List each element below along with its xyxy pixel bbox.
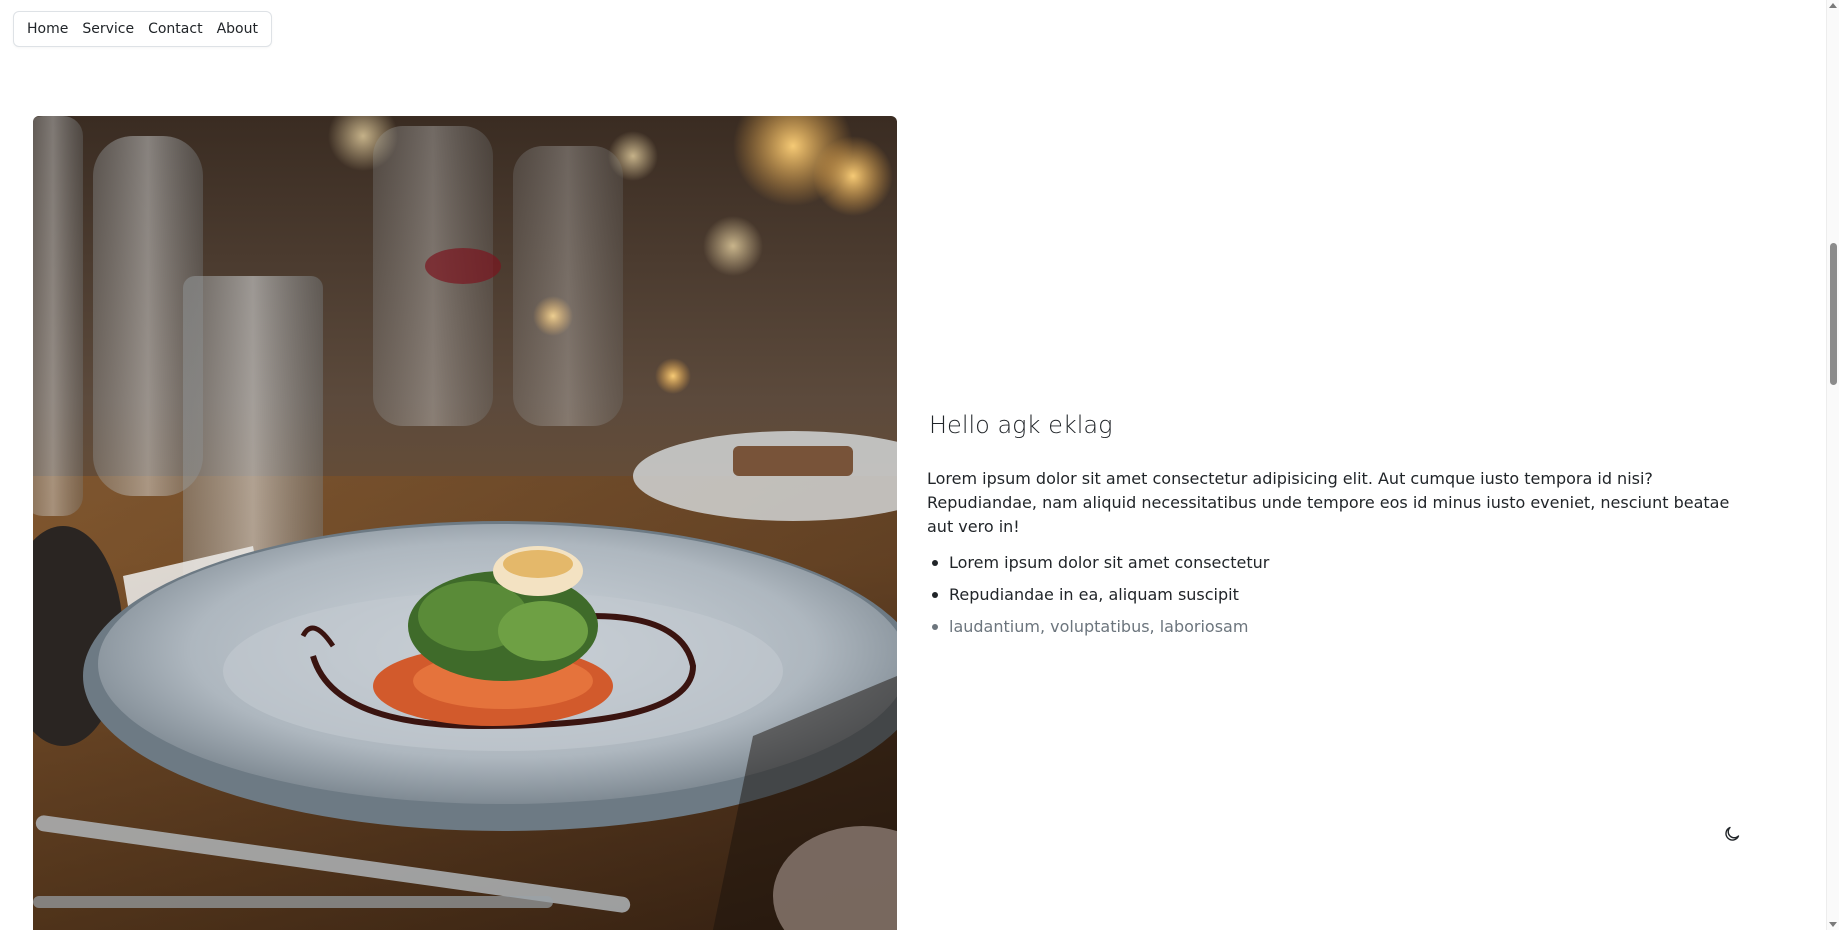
hero-image [33, 116, 897, 930]
list-item: Lorem ipsum dolor sit amet consectetur [929, 547, 1757, 579]
nav-item-service[interactable]: Service [75, 12, 141, 46]
feature-list: Lorem ipsum dolor sit amet consectetur R… [929, 547, 1757, 643]
nav-item-home[interactable]: Home [20, 12, 75, 46]
nav-item-about[interactable]: About [210, 12, 265, 46]
intro-paragraph: Lorem ipsum dolor sit amet consectetur a… [927, 469, 1730, 536]
scrollbar-thumb[interactable] [1830, 243, 1837, 385]
theme-toggle-button[interactable] [1722, 824, 1742, 844]
vertical-scrollbar[interactable] [1826, 0, 1839, 930]
moon-icon [1725, 826, 1740, 841]
restaurant-dish-photo [33, 116, 897, 930]
intro-section: Hello agk eklag Lorem ipsum dolor sit am… [927, 405, 1757, 643]
list-item: laudantium, voluptatibus, laboriosam [929, 611, 1757, 643]
scroll-down-arrow-icon[interactable] [1829, 922, 1837, 927]
nav-item-contact[interactable]: Contact [141, 12, 209, 46]
scroll-up-arrow-icon[interactable] [1829, 3, 1837, 8]
page: Home Service Contact About Hello agk ekl… [0, 0, 1839, 930]
top-nav: Home Service Contact About [13, 11, 272, 47]
list-item: Repudiandae in ea, aliquam suscipit [929, 579, 1757, 611]
section-heading: Hello agk eklag [929, 411, 1113, 439]
